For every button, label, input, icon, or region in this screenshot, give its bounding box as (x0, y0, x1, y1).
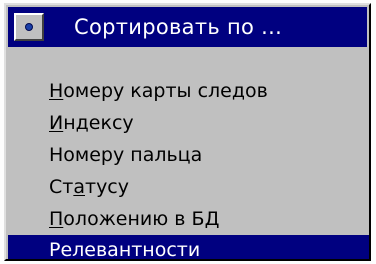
accelerator-key: П (49, 208, 64, 230)
sort-options-list: Номеру карты следов Индексу Номеру пальц… (6, 75, 369, 259)
sort-option-relevance[interactable]: Релевантности (8, 235, 369, 259)
sort-option-index[interactable]: Индексу (6, 107, 369, 139)
dialog-title: Сортировать по ... (74, 15, 283, 39)
system-menu-button[interactable] (14, 13, 44, 41)
accelerator-key: а (73, 176, 85, 198)
sort-option-status[interactable]: Статусу (6, 171, 369, 203)
sort-option-finger-number[interactable]: Номеру пальца (6, 139, 369, 171)
sort-option-trace-card-number[interactable]: Номеру карты следов (6, 75, 369, 107)
accelerator-key: Н (49, 80, 64, 102)
system-menu-dot-icon (25, 23, 33, 31)
sort-option-db-position[interactable]: Положению в БД (6, 203, 369, 235)
sort-dialog: Сортировать по ... Номеру карты следов И… (4, 3, 371, 261)
title-bar: Сортировать по ... (8, 7, 367, 47)
accelerator-key: И (49, 112, 64, 134)
